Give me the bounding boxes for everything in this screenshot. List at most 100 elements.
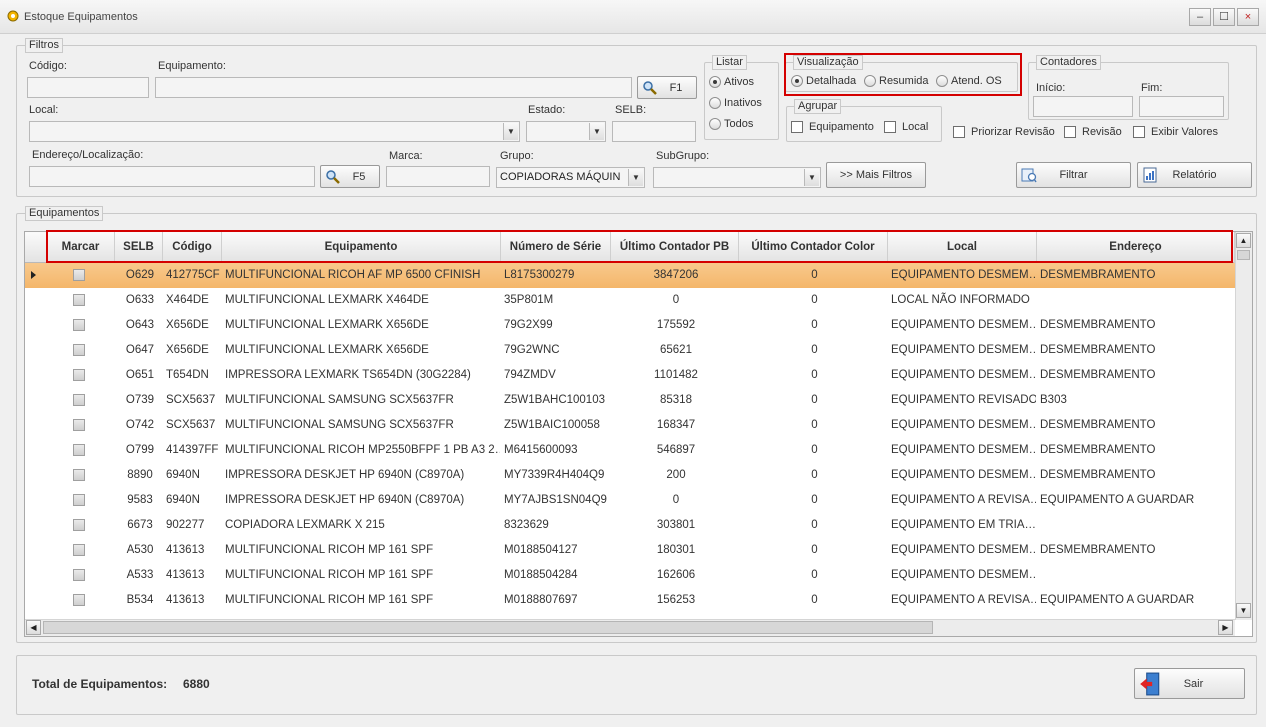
relatorio-button[interactable]: Relatório [1137,162,1252,188]
cell-local: EQUIPAMENTO EM TRIA… [891,519,1036,531]
filtros-legend: Filtros [25,38,63,53]
mais-filtros-button[interactable]: >> Mais Filtros [826,162,926,188]
f1-search-button[interactable]: F1 [637,76,697,99]
table-row[interactable]: 9583 6940N IMPRESSORA DESKJET HP 6940N (C8… [25,488,1235,513]
cell-codigo: X464DE [166,294,209,306]
marcar-checkbox[interactable] [73,594,85,606]
scroll-thumb[interactable] [1237,250,1250,260]
estado-label: Estado: [528,104,566,116]
agrupar-legend: Agrupar [794,99,842,114]
marcar-checkbox[interactable] [73,344,85,356]
check-revisao[interactable]: Revisão [1064,126,1122,138]
cell-contador-color: 0 [811,269,818,281]
cell-endereco [1040,288,1234,313]
subgrupo-select[interactable]: ▼ [653,167,821,188]
cell-endereco: DESMEMBRAMENTO [1040,319,1156,331]
table-row[interactable]: O643 X656DE MULTIFUNCIONAL LEXMARK X656DE 7… [25,313,1235,338]
minimize-button[interactable]: – [1189,8,1211,26]
table-row[interactable]: B534 413613 MULTIFUNCIONAL RICOH MP 161 SP… [25,588,1235,613]
table-row[interactable]: O739 SCX5637 MULTIFUNCIONAL SAMSUNG SCX563… [25,388,1235,413]
table-row[interactable]: O742 SCX5637 MULTIFUNCIONAL SAMSUNG SCX563… [25,413,1235,438]
close-button[interactable]: × [1237,8,1259,26]
cell-numero-serie: MY7AJBS1SN04Q9 [504,494,607,506]
marcar-checkbox[interactable] [73,394,85,406]
marcar-checkbox[interactable] [73,544,85,556]
cell-numero-serie: 79G2WNC [504,344,560,356]
table-row[interactable]: O651 T654DN IMPRESSORA LEXMARK TS654DN (30… [25,363,1235,388]
cell-contador-pb: 1101482 [654,369,698,381]
cell-codigo: X656DE [166,319,209,331]
cell-contador-pb: 162606 [656,569,696,581]
radio-dot [709,76,721,88]
equipamento-input[interactable] [155,77,632,98]
cell-local: EQUIPAMENTO REVISADO [891,394,1036,406]
cell-endereco: DESMEMBRAMENTO [1040,419,1156,431]
marcar-checkbox[interactable] [73,569,85,581]
marcar-checkbox[interactable] [73,419,85,431]
cell-selb: O633 [125,294,155,306]
marcar-checkbox[interactable] [73,294,85,306]
cell-contador-color: 0 [811,444,818,456]
total-label: Total de Equipamentos: [32,677,168,691]
cell-equipamento: COPIADORA LEXMARK X 215 [225,519,385,531]
check-exibir-valores[interactable]: Exibir Valores [1133,126,1218,138]
table-row[interactable]: A533 413613 MULTIFUNCIONAL RICOH MP 161 SP… [25,563,1235,588]
table-row[interactable]: 8890 6940N IMPRESSORA DESKJET HP 6940N (C8… [25,463,1235,488]
cell-numero-serie: 794ZMDV [504,369,556,381]
endereco-input[interactable] [29,166,315,187]
fim-input[interactable] [1139,96,1224,117]
sair-button[interactable]: Sair [1134,668,1245,699]
marcar-checkbox[interactable] [73,469,85,481]
scroll-down-icon[interactable]: ▼ [1236,603,1251,618]
marcar-checkbox[interactable] [73,444,85,456]
scroll-up-icon[interactable]: ▲ [1236,233,1251,248]
selb-input[interactable] [612,121,696,142]
cell-contador-color: 0 [811,519,818,531]
marca-input[interactable] [386,166,490,187]
table-row[interactable]: O633 X464DE MULTIFUNCIONAL LEXMARK X464DE 3… [25,288,1235,313]
relatorio-label: Relatório [1172,169,1217,181]
local-select[interactable]: ▼ [29,121,520,142]
radio-todos[interactable]: Todos [709,118,753,130]
radio-ativos-label: Ativos [724,76,754,88]
scroll-right-icon[interactable]: ▶ [1218,620,1233,635]
radio-ativos[interactable]: Ativos [709,76,754,88]
cell-local: EQUIPAMENTO DESMEM… [891,444,1036,456]
cell-contador-pb: 200 [666,469,686,481]
codigo-input[interactable] [27,77,149,98]
radio-inativos[interactable]: Inativos [709,97,762,109]
table-row[interactable]: O629 412775CF MULTIFUNCIONAL RICOH AF MP 6… [25,263,1235,288]
marcar-checkbox[interactable] [73,519,85,531]
marcar-checkbox[interactable] [73,494,85,506]
app-icon [7,10,19,22]
check-agrupar-local[interactable]: Local [884,121,928,133]
table-row[interactable]: A530 413613 MULTIFUNCIONAL RICOH MP 161 SP… [25,538,1235,563]
marcar-checkbox[interactable] [73,319,85,331]
table-row[interactable]: 6673 902277 COPIADORA LEXMARK X 215 8323629… [25,513,1235,538]
table-row[interactable]: O647 X656DE MULTIFUNCIONAL LEXMARK X656DE 7… [25,338,1235,363]
search-icon [326,170,340,184]
marcar-checkbox[interactable] [73,369,85,381]
revisao-label: Revisão [1082,126,1122,138]
check-agrupar-equipamento[interactable]: Equipamento [791,121,874,133]
estado-select[interactable]: ▼ [526,121,606,142]
check-priorizar-revisao[interactable]: Priorizar Revisão [953,126,1055,138]
sair-label: Sair [1183,677,1204,690]
cell-contador-color: 0 [811,369,818,381]
cell-numero-serie: Z5W1BAHC100103 [504,394,605,406]
cell-selb: 8890 [127,469,153,481]
table-row[interactable]: O799 414397FF MULTIFUNCIONAL RICOH MP2550B… [25,438,1235,463]
filtrar-button[interactable]: Filtrar [1016,162,1131,188]
cell-contador-pb: 0 [672,294,680,306]
grupo-select[interactable]: COPIADORAS MÁQUIN ▼ [496,167,645,188]
checkbox [953,126,965,138]
scroll-left-icon[interactable]: ◀ [26,620,41,635]
inicio-input[interactable] [1033,96,1133,117]
f5-search-button[interactable]: F5 [320,165,380,188]
maximize-button[interactable]: ☐ [1213,8,1235,26]
horizontal-scrollbar[interactable]: ◀ ▶ [25,619,1235,636]
vertical-scrollbar[interactable]: ▲ ▼ [1235,232,1252,620]
marcar-checkbox[interactable] [73,269,85,281]
cell-contador-color: 0 [811,394,818,406]
scroll-thumb[interactable] [43,621,933,634]
